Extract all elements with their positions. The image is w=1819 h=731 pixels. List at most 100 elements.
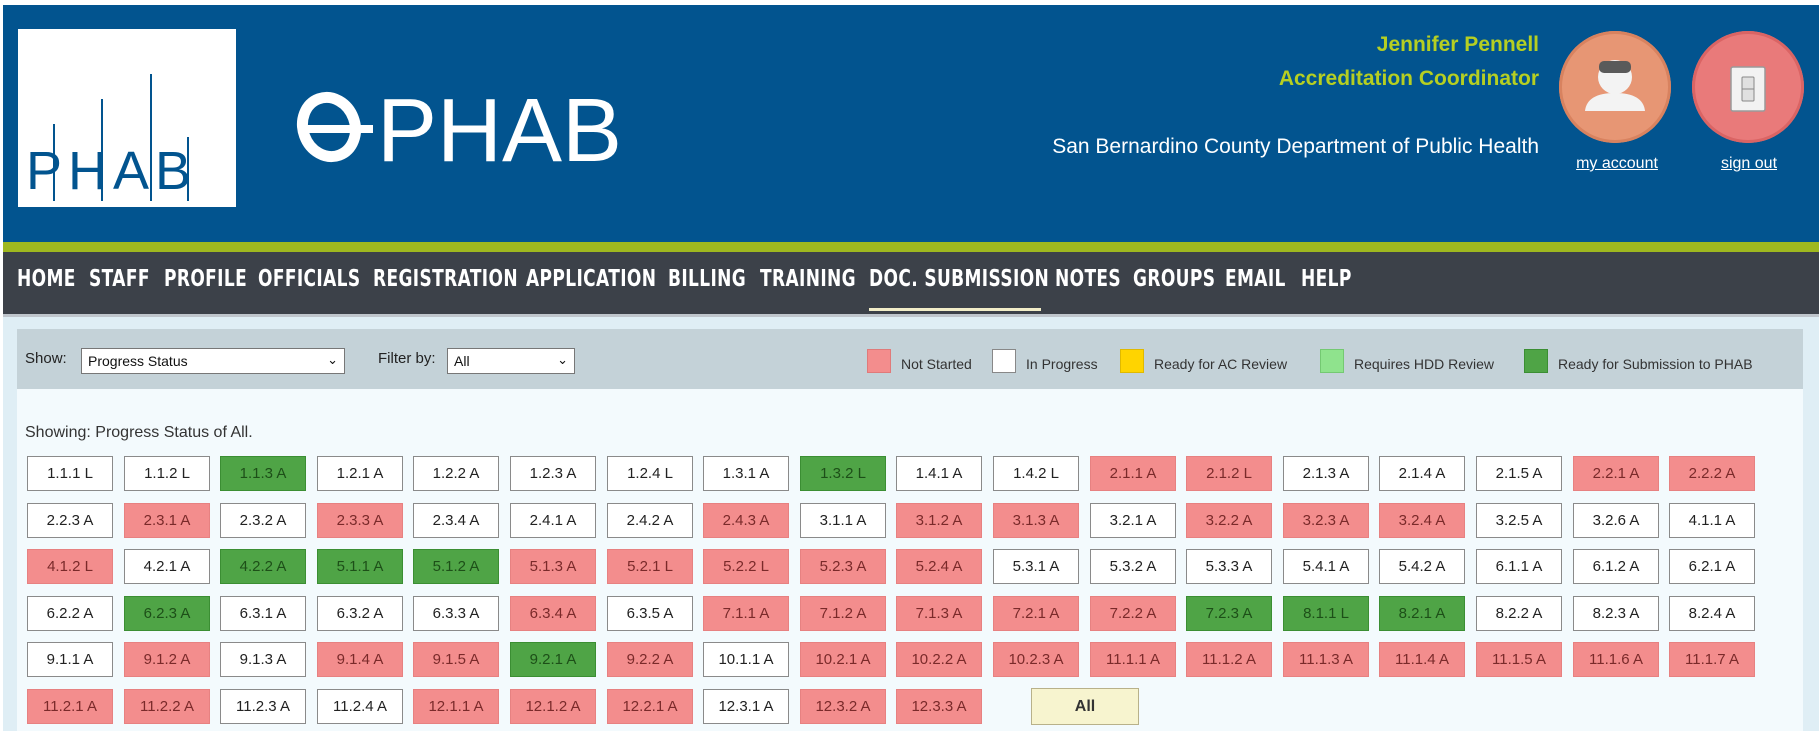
measure-cell[interactable]: 2.2.1 A [1573, 456, 1659, 491]
measure-cell[interactable]: 6.3.2 A [317, 596, 403, 631]
measure-cell[interactable]: 9.1.3 A [220, 642, 306, 677]
measure-cell[interactable]: 1.1.3 A [220, 456, 306, 491]
measure-cell[interactable]: 5.3.2 A [1090, 549, 1176, 584]
nav-notes[interactable]: NOTES [1055, 266, 1121, 292]
filter-select[interactable]: All ⌄ [447, 348, 575, 374]
measure-cell[interactable]: 7.1.2 A [800, 596, 886, 631]
measure-cell[interactable]: 11.1.1 A [1090, 642, 1176, 677]
measure-cell[interactable]: 3.1.3 A [993, 503, 1079, 538]
my-account-link[interactable]: my account [1563, 155, 1671, 173]
measure-cell[interactable]: 6.1.1 A [1476, 549, 1562, 584]
measure-cell[interactable]: 11.2.4 A [317, 689, 403, 724]
measure-cell[interactable]: 10.1.1 A [703, 642, 789, 677]
measure-cell[interactable]: 6.3.3 A [413, 596, 499, 631]
measure-cell[interactable]: 10.2.3 A [993, 642, 1079, 677]
measure-cell[interactable]: 2.1.4 A [1379, 456, 1465, 491]
measure-cell[interactable]: 5.4.2 A [1379, 549, 1465, 584]
measure-cell[interactable]: 12.1.2 A [510, 689, 596, 724]
measure-cell[interactable]: 6.1.2 A [1573, 549, 1659, 584]
measure-cell[interactable]: 3.2.6 A [1573, 503, 1659, 538]
measure-cell[interactable]: 3.2.5 A [1476, 503, 1562, 538]
measure-cell[interactable]: 5.2.2 L [703, 549, 789, 584]
measure-cell[interactable]: 11.1.7 A [1669, 642, 1755, 677]
measure-cell[interactable]: 7.2.2 A [1090, 596, 1176, 631]
measure-cell[interactable]: 2.3.3 A [317, 503, 403, 538]
measure-cell[interactable]: 5.1.3 A [510, 549, 596, 584]
measure-cell[interactable]: 1.1.2 L [124, 456, 210, 491]
measure-cell[interactable]: 2.1.5 A [1476, 456, 1562, 491]
nav-billing[interactable]: BILLING [668, 266, 746, 292]
nav-home[interactable]: HOME [17, 266, 76, 292]
measure-cell[interactable]: 3.2.3 A [1283, 503, 1369, 538]
measure-cell[interactable]: 12.3.3 A [896, 689, 982, 724]
measure-cell[interactable]: 9.2.2 A [607, 642, 693, 677]
measure-cell[interactable]: 2.3.4 A [413, 503, 499, 538]
measure-cell[interactable]: 1.3.1 A [703, 456, 789, 491]
measure-cell[interactable]: 1.1.1 L [27, 456, 113, 491]
measure-cell[interactable]: 11.1.3 A [1283, 642, 1369, 677]
measure-cell[interactable]: 11.1.4 A [1379, 642, 1465, 677]
measure-cell[interactable]: 6.2.1 A [1669, 549, 1755, 584]
measure-cell[interactable]: 5.1.1 A [317, 549, 403, 584]
nav-staff[interactable]: STAFF [89, 266, 150, 292]
measure-cell[interactable]: 3.1.2 A [896, 503, 982, 538]
measure-cell[interactable]: 5.2.4 A [896, 549, 982, 584]
measure-cell[interactable]: 6.2.2 A [27, 596, 113, 631]
measure-cell[interactable]: 4.2.1 A [124, 549, 210, 584]
measure-cell[interactable]: 3.1.1 A [800, 503, 886, 538]
measure-cell[interactable]: 1.2.1 A [317, 456, 403, 491]
measure-cell[interactable]: 11.2.2 A [124, 689, 210, 724]
measure-cell[interactable]: 11.1.2 A [1186, 642, 1272, 677]
measure-cell[interactable]: 2.4.1 A [510, 503, 596, 538]
measure-cell[interactable]: 5.3.1 A [993, 549, 1079, 584]
measure-cell[interactable]: 9.1.1 A [27, 642, 113, 677]
measure-cell[interactable]: 2.1.1 A [1090, 456, 1176, 491]
measure-cell[interactable]: 1.4.1 A [896, 456, 982, 491]
measure-cell[interactable]: 6.3.4 A [510, 596, 596, 631]
measure-cell[interactable]: 12.1.1 A [413, 689, 499, 724]
nav-training[interactable]: TRAINING [760, 266, 856, 292]
sign-out-button[interactable] [1692, 31, 1804, 143]
measure-cell[interactable]: 7.2.1 A [993, 596, 1079, 631]
measure-cell[interactable]: 9.1.4 A [317, 642, 403, 677]
nav-profile[interactable]: PROFILE [164, 266, 247, 292]
measure-cell[interactable]: 10.2.2 A [896, 642, 982, 677]
nav-email[interactable]: EMAIL [1225, 266, 1286, 292]
measure-cell[interactable]: 5.2.1 L [607, 549, 693, 584]
measure-cell[interactable]: 7.2.3 A [1186, 596, 1272, 631]
measure-cell[interactable]: 8.2.1 A [1379, 596, 1465, 631]
measure-cell[interactable]: 8.2.2 A [1476, 596, 1562, 631]
measure-cell[interactable]: 4.2.2 A [220, 549, 306, 584]
measure-cell[interactable]: 6.3.1 A [220, 596, 306, 631]
my-account-button[interactable] [1559, 31, 1671, 143]
measure-cell[interactable]: 1.2.2 A [413, 456, 499, 491]
measure-cell[interactable]: 3.2.1 A [1090, 503, 1176, 538]
measure-cell[interactable]: 1.2.4 L [607, 456, 693, 491]
phab-logo[interactable]: PHAB [18, 29, 236, 207]
measure-cell[interactable]: 2.3.1 A [124, 503, 210, 538]
measure-cell[interactable]: 5.4.1 A [1283, 549, 1369, 584]
measure-cell[interactable]: 8.2.4 A [1669, 596, 1755, 631]
measure-cell[interactable]: 2.3.2 A [220, 503, 306, 538]
measure-cell[interactable]: 2.1.2 L [1186, 456, 1272, 491]
measure-cell[interactable]: 11.2.1 A [27, 689, 113, 724]
measure-cell[interactable]: 2.2.2 A [1669, 456, 1755, 491]
measure-cell[interactable]: 5.2.3 A [800, 549, 886, 584]
measure-cell[interactable]: 8.2.3 A [1573, 596, 1659, 631]
measure-cell[interactable]: 5.1.2 A [413, 549, 499, 584]
nav-help[interactable]: HELP [1301, 266, 1352, 292]
measure-cell[interactable]: 2.4.2 A [607, 503, 693, 538]
measure-cell[interactable]: 9.1.5 A [413, 642, 499, 677]
measure-cell[interactable]: 8.1.1 L [1283, 596, 1369, 631]
measure-cell[interactable]: 1.3.2 L [800, 456, 886, 491]
measure-cell[interactable]: 12.2.1 A [607, 689, 693, 724]
measure-cell[interactable]: 1.4.2 L [993, 456, 1079, 491]
measure-cell[interactable]: 10.2.1 A [800, 642, 886, 677]
show-select[interactable]: Progress Status ⌄ [81, 348, 345, 374]
measure-cell[interactable]: 11.1.6 A [1573, 642, 1659, 677]
measure-cell[interactable]: 12.3.2 A [800, 689, 886, 724]
measure-cell[interactable]: 6.2.3 A [124, 596, 210, 631]
measure-cell[interactable]: 3.2.4 A [1379, 503, 1465, 538]
measure-cell[interactable]: 2.4.3 A [703, 503, 789, 538]
measure-cell[interactable]: 7.1.3 A [896, 596, 982, 631]
